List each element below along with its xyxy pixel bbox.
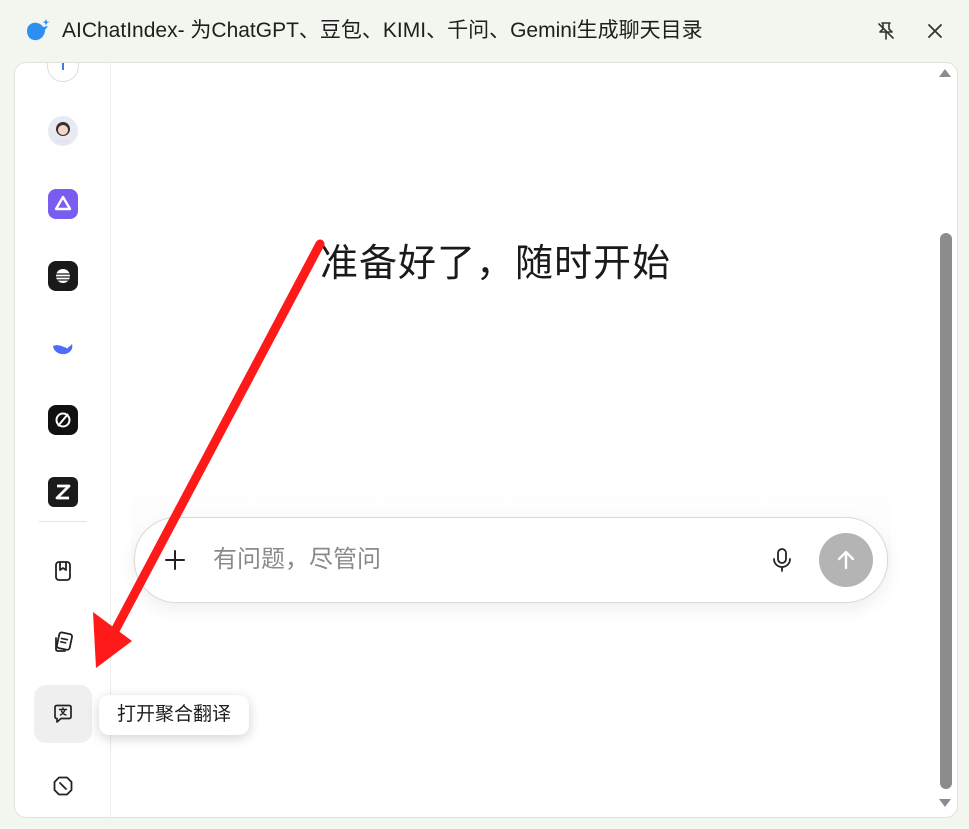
sidebar-item-cards[interactable] xyxy=(46,625,80,659)
window-title: AIChatIndex- 为ChatGPT、豆包、KIMI、千问、Gemini生… xyxy=(62,19,703,42)
sidebar-item-bookmark[interactable] xyxy=(46,554,80,588)
voice-input-button[interactable] xyxy=(767,545,797,575)
sidebar-divider xyxy=(39,521,87,522)
scroll-up-button[interactable] xyxy=(937,68,953,80)
arrow-up-icon xyxy=(837,550,855,570)
cards-icon xyxy=(55,631,73,652)
avatar-app-icon xyxy=(48,116,78,146)
sidebar-item-compass[interactable] xyxy=(46,769,80,803)
sidebar xyxy=(15,63,111,817)
sidebar-item-translate[interactable] xyxy=(46,697,80,731)
sidebar-item-z[interactable] xyxy=(46,475,80,509)
composer xyxy=(134,517,888,603)
translate-icon xyxy=(54,704,72,723)
z-app-icon xyxy=(48,477,78,507)
send-button[interactable] xyxy=(819,533,873,587)
sidebar-item-whale[interactable] xyxy=(46,331,80,365)
unpin-icon xyxy=(878,22,894,40)
translate-tooltip: 打开聚合翻译 xyxy=(99,695,250,735)
sidebar-item-slashed-circle[interactable] xyxy=(46,403,80,437)
message-input[interactable] xyxy=(211,538,735,582)
purple-app-icon xyxy=(48,189,78,219)
partial-top-app-icon xyxy=(47,63,79,82)
close-button[interactable] xyxy=(921,17,949,45)
close-icon xyxy=(928,24,942,38)
bird-logo-icon xyxy=(24,17,52,45)
sidebar-item-purple[interactable] xyxy=(46,187,80,221)
unpin-button[interactable] xyxy=(872,17,900,45)
title-bar: AIChatIndex- 为ChatGPT、豆包、KIMI、千问、Gemini生… xyxy=(0,0,969,62)
sidebar-item-top[interactable] xyxy=(46,63,80,83)
whale-app-icon xyxy=(48,333,78,363)
bookmark-icon xyxy=(55,561,71,581)
compass-icon xyxy=(53,776,73,796)
microphone-icon xyxy=(773,548,791,572)
triangle-up-icon xyxy=(939,69,951,77)
sidebar-item-dark-sphere[interactable] xyxy=(46,259,80,293)
attach-button[interactable] xyxy=(161,546,189,574)
plus-icon xyxy=(165,550,185,570)
slashed-circle-app-icon xyxy=(48,405,78,435)
headline: 准备好了，随时开始 xyxy=(320,243,672,285)
main-panel: 准备好了，随时开始 打开聚合翻译 xyxy=(14,62,958,818)
scroll-down-button[interactable] xyxy=(937,798,953,810)
triangle-down-icon xyxy=(939,799,951,807)
dark-sphere-app-icon xyxy=(48,261,78,291)
sidebar-item-avatar[interactable] xyxy=(46,114,80,148)
scrollbar-thumb[interactable] xyxy=(940,233,952,789)
